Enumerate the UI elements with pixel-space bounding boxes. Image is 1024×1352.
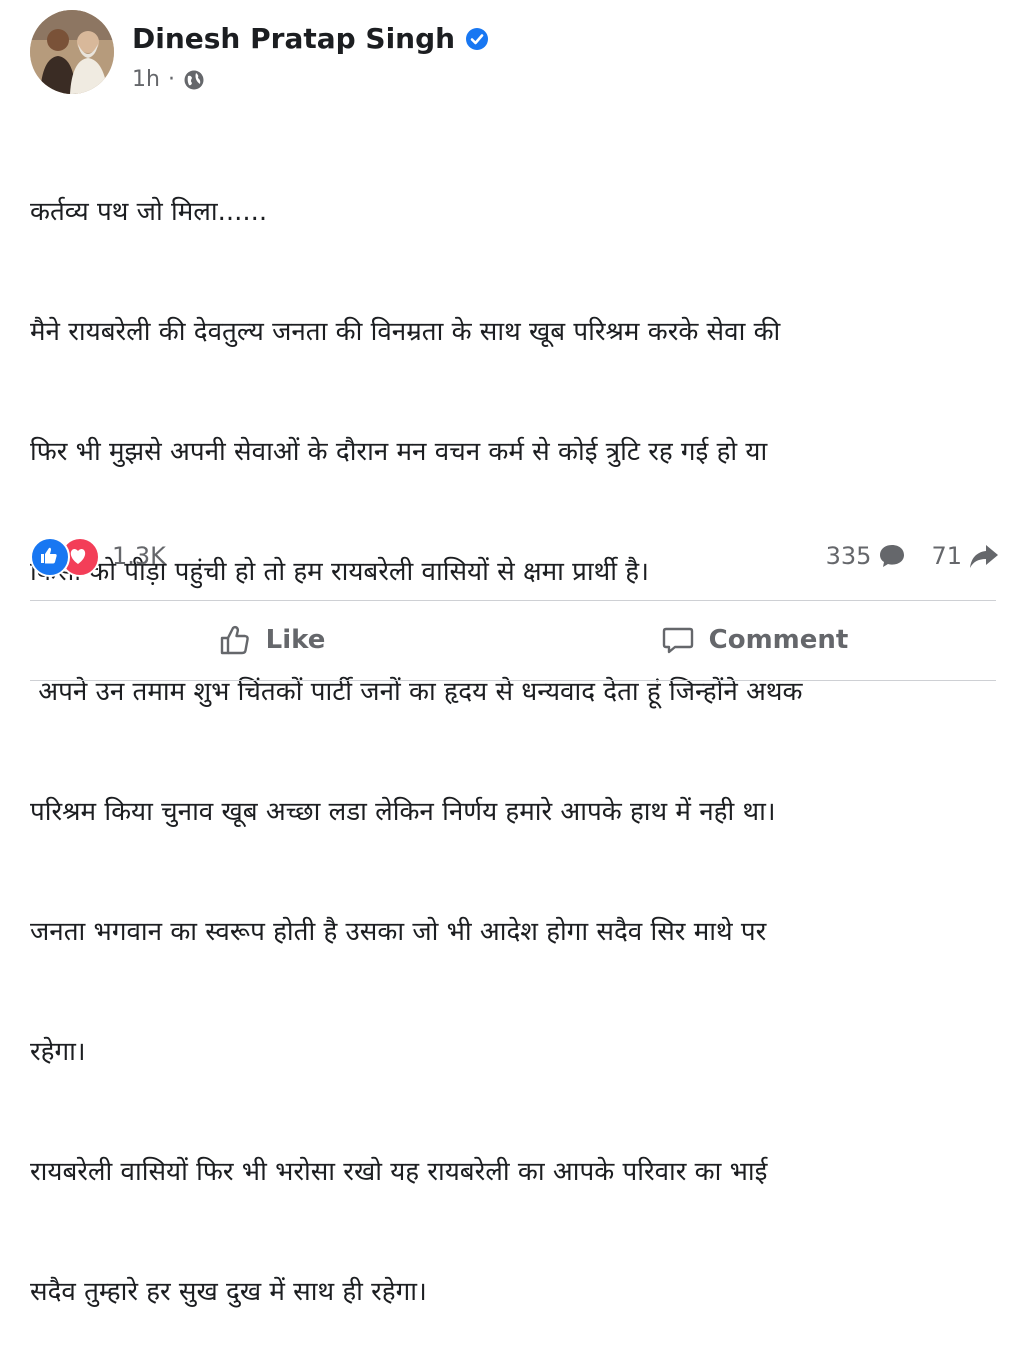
reaction-count: 1.3K	[112, 542, 166, 570]
comment-icon	[880, 545, 905, 567]
post-line: कर्तव्य पथ जो मिला......	[30, 197, 268, 227]
comment-bubble-icon	[662, 627, 693, 654]
thumbs-up-icon	[220, 625, 249, 655]
post-actions: Like Comment	[30, 606, 996, 674]
comment-button[interactable]: Comment	[513, 606, 996, 674]
verified-badge-icon	[466, 27, 489, 50]
post-line: जनता भगवान का स्वरूप होती है उसका जो भी …	[30, 917, 767, 947]
post-meta: 1h ·	[132, 67, 205, 92]
like-reaction-icon	[30, 537, 70, 577]
post-header: Dinesh Pratap Singh 1h ·	[30, 10, 1010, 94]
post-line: रायबरेली वासियों फिर भी भरोसा रखो यह राय…	[30, 1157, 768, 1187]
like-button[interactable]: Like	[30, 606, 513, 674]
meta-separator: ·	[167, 67, 175, 92]
reaction-icons	[30, 537, 102, 577]
post-line: अपने उन तमाम शुभ चिंतकों पार्टी जनों का …	[30, 677, 803, 707]
comment-count: 335	[825, 542, 872, 570]
comment-label: Comment	[708, 625, 849, 655]
post-line: रहेगा।	[30, 1037, 86, 1067]
post-line: फिर भी मुझसे अपनी सेवाओं के दौरान मन वचन…	[30, 437, 768, 467]
like-label: Like	[265, 625, 326, 655]
actions-divider	[30, 680, 996, 681]
stats-divider	[30, 600, 996, 601]
post-line: मैने रायबरेली की देवतुल्य जनता की विनम्र…	[30, 317, 781, 347]
post-line: परिश्रम किया चुनाव खूब अच्छा लडा लेकिन न…	[30, 797, 776, 827]
share-count-link[interactable]: 71	[931, 541, 1000, 571]
author-name[interactable]: Dinesh Pratap Singh	[132, 22, 455, 55]
share-icon	[970, 545, 998, 568]
author-name-row: Dinesh Pratap Singh	[132, 22, 489, 55]
globe-icon[interactable]	[183, 69, 205, 91]
post-line: सदैव तुम्हारे हर सुख दुख में साथ ही रहेग…	[30, 1277, 427, 1307]
post-body: कर्तव्य पथ जो मिला...... मैने रायबरेली क…	[30, 112, 1000, 1352]
engagement-counts: 335 71	[826, 541, 1000, 571]
avatar-photo	[30, 10, 114, 94]
post-time[interactable]: 1h	[132, 67, 160, 92]
post-stats: 1.3K 335 71	[30, 536, 1000, 577]
reactions-summary[interactable]: 1.3K	[30, 537, 166, 577]
comment-count-link[interactable]: 335	[826, 541, 908, 571]
avatar[interactable]	[30, 10, 114, 94]
share-count: 71	[931, 542, 962, 570]
